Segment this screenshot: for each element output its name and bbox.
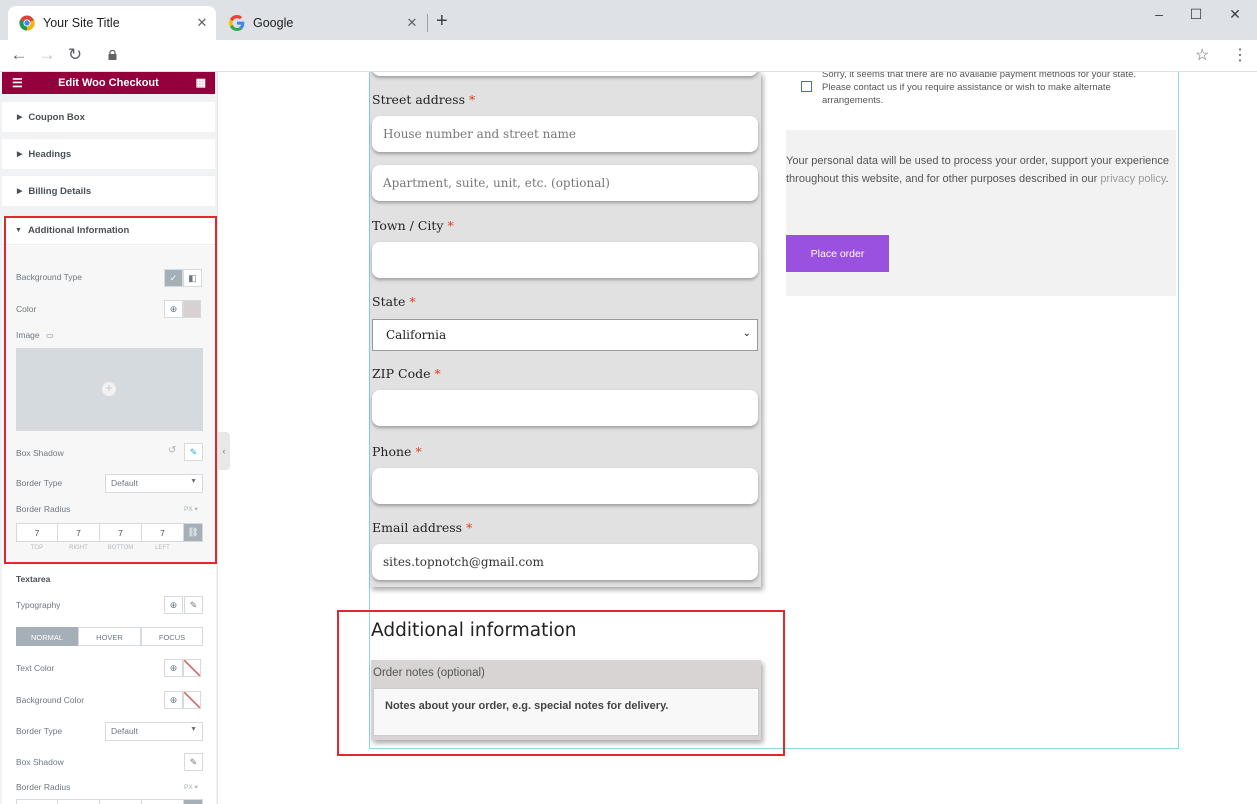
background-color-label: Background Color <box>16 695 85 705</box>
state-hover-tab[interactable]: HOVER <box>78 627 141 646</box>
panel-title: Edit Woo Checkout <box>58 77 159 89</box>
textarea-heading: Textarea <box>16 574 51 584</box>
browser-toolbar: ← → ↻ ☆ ⋮ <box>0 40 1257 72</box>
info-calendar-icon <box>801 81 812 92</box>
google-icon <box>229 15 245 31</box>
section-label: Headings <box>28 148 72 160</box>
email-label: Email address * <box>372 520 473 535</box>
tab-title: Google <box>253 16 294 30</box>
collapse-panel-icon[interactable]: ‹ <box>218 432 230 470</box>
reload-icon[interactable]: ↻ <box>64 45 86 65</box>
phone-label: Phone * <box>372 444 422 459</box>
section-label: Billing Details <box>28 185 92 197</box>
back-icon[interactable]: ← <box>8 45 30 65</box>
box-shadow-label: Box Shadow <box>16 757 64 767</box>
payment-section: Sorry, it seems that there are no availa… <box>786 72 1176 296</box>
state-focus-tab[interactable]: FOCUS <box>141 627 203 646</box>
street-address-input[interactable]: House number and street name <box>372 116 758 152</box>
minimize-icon[interactable]: – <box>1149 6 1169 22</box>
payment-notice-text: Sorry, it seems that there are no availa… <box>822 72 1137 106</box>
border-radius-label: Border Radius <box>16 782 71 792</box>
tab-separator <box>427 14 428 32</box>
section-label: Coupon Box <box>28 111 85 123</box>
radius-right-input[interactable] <box>57 799 100 804</box>
border-type-select[interactable]: Default ▼ <box>105 722 203 741</box>
place-order-button[interactable]: Place order <box>786 235 889 272</box>
radius-left-input[interactable] <box>141 799 184 804</box>
lock-icon <box>108 50 117 60</box>
chevron-down-icon: ▼ <box>190 726 197 733</box>
town-city-label: Town / City * <box>372 218 454 233</box>
phone-input[interactable] <box>372 468 758 504</box>
empty-color-swatch[interactable] <box>183 691 201 709</box>
email-input[interactable]: sites.topnotch@gmail.com <box>372 544 758 580</box>
highlight-box <box>337 610 785 756</box>
hamburger-menu-icon[interactable]: ☰ <box>12 76 23 90</box>
typography-label: Typography <box>16 600 61 610</box>
global-colors-icon[interactable]: ⊕ <box>164 659 183 677</box>
caret-right-icon: ▶ <box>17 114 23 121</box>
state-label: State * <box>372 294 416 309</box>
street-address-label: Street address * <box>372 92 476 107</box>
tab-google[interactable]: Google ✕ <box>218 6 426 40</box>
browser-tab-bar: Your Site Title ✕ Google ✕ + – ☐ ✕ <box>0 0 1257 40</box>
section-headings[interactable]: ▶ Headings <box>2 139 215 169</box>
page-preview: Street address * House number and street … <box>230 72 1240 804</box>
tab-your-site-title[interactable]: Your Site Title ✕ <box>8 6 216 40</box>
town-city-input[interactable] <box>372 242 758 278</box>
global-typography-icon[interactable]: ⊕ <box>164 596 183 614</box>
empty-color-swatch[interactable] <box>183 659 201 677</box>
new-tab-icon[interactable]: + <box>436 11 448 31</box>
forward-icon[interactable]: → <box>36 45 58 65</box>
apartment-input[interactable]: Apartment, suite, unit, etc. (optional) <box>372 165 758 201</box>
tab-close-icon[interactable]: ✕ <box>194 15 210 31</box>
previous-field-input[interactable] <box>372 72 758 76</box>
state-normal-tab[interactable]: NORMAL <box>16 627 78 646</box>
radius-top-input[interactable] <box>16 799 58 804</box>
browser-menu-icon[interactable]: ⋮ <box>1232 45 1248 65</box>
unit-selector[interactable]: PX ▾ <box>184 783 198 791</box>
bookmark-star-icon[interactable]: ☆ <box>1195 45 1209 65</box>
chrome-icon <box>19 15 35 31</box>
panel-header: ☰ Edit Woo Checkout ▦ <box>2 72 215 94</box>
caret-right-icon: ▶ <box>17 188 23 195</box>
billing-form: Street address * House number and street … <box>370 72 761 587</box>
edit-pencil-icon[interactable]: ✎ <box>184 753 203 771</box>
highlight-box <box>4 216 217 564</box>
chevron-down-icon: ⌄ <box>742 328 751 339</box>
border-type-label: Border Type <box>16 726 63 736</box>
edit-pencil-icon[interactable]: ✎ <box>184 596 203 614</box>
payment-notice: Sorry, it seems that there are no availa… <box>786 72 1176 130</box>
state-select[interactable]: California ⌄ <box>372 319 758 351</box>
privacy-text: Your personal data will be used to proce… <box>786 155 1169 185</box>
radius-bottom-input[interactable] <box>99 799 142 804</box>
zip-code-label: ZIP Code * <box>372 366 441 381</box>
elementor-panel: ☰ Edit Woo Checkout ▦ ▶ Coupon Box ▶ Hea… <box>0 72 218 804</box>
link-values-icon[interactable] <box>183 799 203 804</box>
privacy-policy-link[interactable]: privacy policy <box>1100 173 1165 185</box>
maximize-icon[interactable]: ☐ <box>1186 6 1206 23</box>
global-colors-icon[interactable]: ⊕ <box>164 691 183 709</box>
tab-close-icon[interactable]: ✕ <box>404 15 420 31</box>
widgets-grid-icon[interactable]: ▦ <box>196 76 206 89</box>
tab-title: Your Site Title <box>43 16 120 30</box>
zip-code-input[interactable] <box>372 390 758 426</box>
section-coupon-box[interactable]: ▶ Coupon Box <box>2 102 215 132</box>
section-billing-details[interactable]: ▶ Billing Details <box>2 176 215 206</box>
close-window-icon[interactable]: ✕ <box>1225 6 1245 23</box>
text-color-label: Text Color <box>16 663 55 673</box>
caret-right-icon: ▶ <box>17 151 23 158</box>
